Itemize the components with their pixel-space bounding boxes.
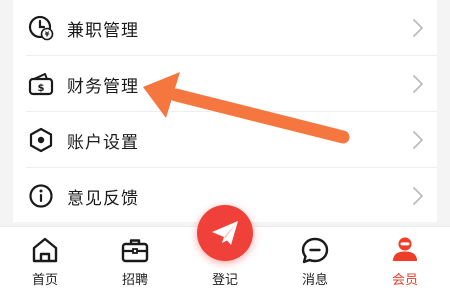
home-icon	[32, 237, 58, 263]
briefcase-icon	[121, 239, 149, 263]
tab-member[interactable]: 会员	[375, 227, 435, 307]
menu-item-part-time[interactable]: ¥ 兼职管理	[13, 0, 437, 56]
register-fab-button[interactable]	[197, 205, 253, 261]
clock-yen-icon: ¥	[27, 14, 55, 42]
svg-text:¥: ¥	[45, 31, 50, 39]
wallet-icon: $	[27, 70, 55, 98]
menu-item-label: 意见反馈	[67, 188, 139, 209]
menu-item-account-settings[interactable]: 账户设置	[13, 112, 437, 168]
tab-label: 会员	[391, 273, 418, 288]
hexagon-settings-icon	[27, 126, 55, 154]
menu-item-label: 财务管理	[67, 76, 139, 97]
tab-home[interactable]: 首页	[15, 227, 75, 307]
chevron-right-icon	[413, 75, 423, 93]
screen: ¥ 兼职管理 $ 财务管理 账户设置 意见反馈 首页 招聘 登记 消息 会员	[0, 0, 450, 307]
chevron-right-icon	[413, 131, 423, 149]
tab-recruit[interactable]: 招聘	[105, 227, 165, 307]
menu-list: ¥ 兼职管理 $ 财务管理 账户设置 意见反馈	[13, 0, 437, 222]
info-icon	[27, 182, 55, 210]
tab-label: 登记	[211, 273, 238, 288]
paper-plane-icon	[212, 221, 238, 245]
message-icon	[301, 237, 329, 264]
tab-label: 首页	[31, 273, 58, 288]
menu-item-label: 兼职管理	[67, 20, 139, 41]
tab-label: 消息	[301, 273, 328, 288]
tab-messages[interactable]: 消息	[285, 227, 345, 307]
menu-item-finance[interactable]: $ 财务管理	[13, 56, 437, 112]
chevron-right-icon	[413, 19, 423, 37]
member-icon	[393, 237, 417, 261]
menu-item-label: 账户设置	[67, 132, 139, 153]
tab-label: 招聘	[121, 273, 148, 288]
svg-text:$: $	[38, 83, 45, 94]
chevron-right-icon	[413, 187, 423, 205]
